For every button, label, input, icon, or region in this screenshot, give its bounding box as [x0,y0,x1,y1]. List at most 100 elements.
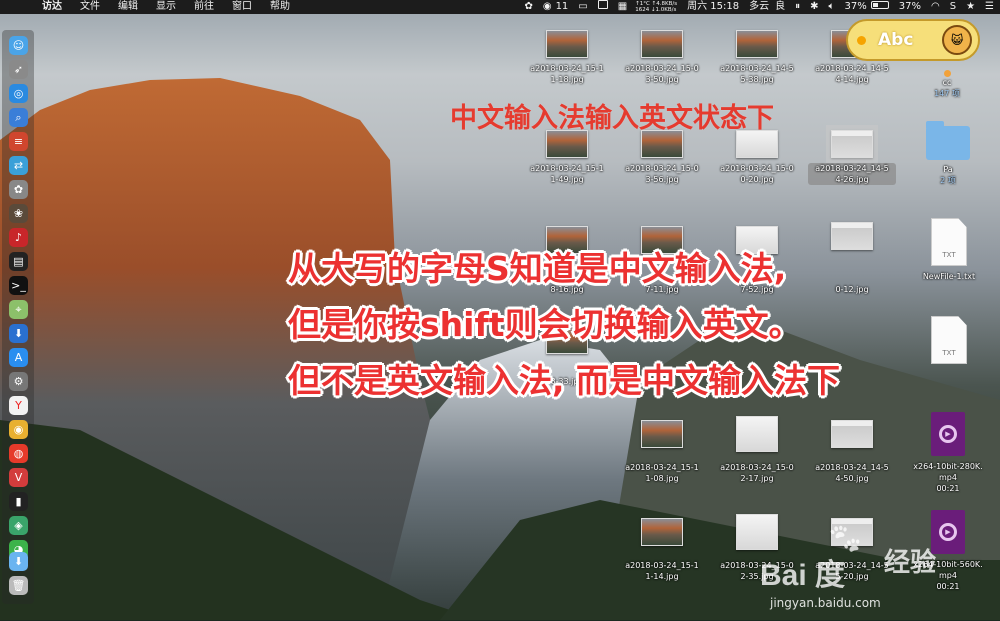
safari-icon[interactable]: ◎ [9,84,28,103]
terminal-icon[interactable]: >_ [9,276,28,295]
desktop-file[interactable]: a2018-03-24_15-0 3-50.jpg [618,30,706,85]
menu-help[interactable]: 帮助 [270,0,290,14]
weather-text[interactable]: 多云 [749,0,769,14]
netease-music-icon[interactable]: ♪ [9,228,28,247]
file-thumbnail [641,420,683,448]
menu-bar: 访达 文件 编辑 显示 前往 窗口 帮助 ✿ ◉ 11 ▭ ▦ ↑1°C ↑4.… [0,0,1000,14]
ime-mode-text: Abc [878,30,914,50]
air-quality-text[interactable]: 良 [775,0,785,14]
desktop-file[interactable]: a2018-03-24_14-5 4-50.jpg [808,420,896,484]
monitor-icon[interactable]: ▭ [578,0,587,14]
file-name: NewFile-1.txt [922,272,976,281]
menu-window[interactable]: 窗口 [232,0,252,14]
desktop-file[interactable]: a2018-03-24_15-1 1-08.jpg [618,420,706,484]
menu-list-icon[interactable]: ☰ [985,0,994,14]
file-name: a2018-03-24_15-0 2-35.jpg [720,561,794,581]
desktop-file[interactable]: a2018-03-24_15-0 0-20.jpg [713,130,801,185]
folder-cc[interactable]: cc 147 项 [916,62,978,99]
activity-monitor-icon[interactable]: ▤ [9,252,28,271]
file-name: a2018-03-24_15-1 1-08.jpg [625,463,699,483]
play-disc-icon: ▶ [939,425,957,443]
file-thumbnail [831,420,873,448]
app-red-list-icon[interactable]: ≡ [9,132,28,151]
file-thumbnail [641,518,683,546]
input-method-indicator[interactable]: Abc 😺︎ [846,19,980,61]
clock[interactable]: 周六 15:18 [687,0,739,14]
folder-count: 147 项 [934,89,960,98]
finder-icon[interactable]: ☺ [9,36,28,55]
vivaldi-icon[interactable]: V [9,468,28,487]
launchpad-icon[interactable]: ➶ [9,60,28,79]
menu-file[interactable]: 文件 [80,0,100,14]
system-preferences-icon[interactable]: ⚙ [9,372,28,391]
desktop-file[interactable]: a2018-03-24_15-1 1-14.jpg [618,518,706,582]
desktop-file[interactable]: a2018-03-24_14-5 5-38.jpg [713,30,801,85]
folder-name: cc [942,78,952,87]
file-name: a2018-03-24_15-0 3-56.jpg [625,164,699,184]
file-name: a2018-03-24_15-0 2-17.jpg [720,463,794,483]
wechat-status-icon[interactable]: ◉ [543,0,552,14]
file-name: a2018-03-24_15-0 3-50.jpg [625,64,699,84]
desktop-file[interactable]: 0-12.jpg [808,222,896,295]
txt-file-1[interactable]: TXT NewFile-1.txt [914,218,984,282]
screen-share-icon[interactable]: ◈ [9,516,28,535]
video-file-1[interactable]: ▶ x264-10bit-280K. mp4 00:21 [896,412,1000,494]
video-file-icon: ▶ [931,412,965,456]
bluetooth-icon[interactable]: ✱ [810,0,818,14]
desktop-file[interactable]: a2018-03-24_15-1 1-49.jpg [523,130,611,185]
volume-icon[interactable]: 🔈︎ [829,0,835,14]
desktop-file[interactable]: a2018-03-24_14-5 5-20.jpg [808,518,896,582]
annotation-title: 中文输入法输入英文状态下 [450,103,774,134]
yandex-browser-icon[interactable]: Y [9,396,28,415]
desktop-file[interactable]: a2018-03-24_15-0 2-35.jpg [713,514,801,582]
trash-icon[interactable]: 🗑︎ [9,576,28,595]
folder-pa[interactable]: Pa 2 项 [920,121,976,186]
file-thumbnail [831,518,873,546]
file-thumbnail [546,30,588,58]
migration-icon[interactable]: ⇄ [9,156,28,175]
downloads-folder-icon[interactable]: ⬇ [9,552,28,571]
pause-icon[interactable]: ⏸ [795,0,800,14]
txt-file-2[interactable]: TXT [914,316,984,364]
window-icon[interactable] [597,0,608,14]
console-icon[interactable]: ▮ [9,492,28,511]
desktop-file[interactable]: a2018-03-24_15-0 2-17.jpg [713,416,801,484]
battery-percent-b[interactable]: 37% [899,0,921,14]
menu-view[interactable]: 显示 [156,0,176,14]
file-name: a2018-03-24_14-5 4-50.jpg [815,463,889,483]
file-name: a2018-03-24_15-1 1-18.jpg [530,64,604,84]
notification-count[interactable]: 11 [556,0,569,14]
network-speed[interactable]: ↑1°C ↑4.8KB/s 1624 ↓1.0KB/s [635,1,677,13]
star-icon[interactable]: ★ [966,0,975,14]
file-thumbnail [736,514,778,550]
photos-flower-icon[interactable]: ✿ [9,180,28,199]
file-name: a2018-03-24_14-5 4-14.jpg [815,64,889,84]
desktop-file[interactable]: a2018-03-24_15-1 1-18.jpg [523,30,611,85]
gear-status-icon[interactable]: ✿ [524,0,532,14]
wifi-icon[interactable]: ◠ [931,0,940,14]
video-file-2[interactable]: ▶ x264-10bit-560K. mp4 00:21 [896,510,1000,592]
menu-app-finder[interactable]: 访达 [42,0,62,14]
txt-badge: TXT [942,349,956,357]
desktop-file[interactable]: a2018-03-24_15-0 3-56.jpg [618,130,706,185]
video-duration: 00:21 [936,582,960,591]
preview-icon[interactable]: ⌕ [9,108,28,127]
chrome-icon[interactable]: ◉ [9,420,28,439]
annotation-line-1: 从大写的字母S知道是中文输入法, [288,249,787,288]
folder-name: Pa [943,165,953,174]
file-name: 0-12.jpg [835,285,869,294]
menu-edit[interactable]: 编辑 [118,0,138,14]
grid-icon[interactable]: ▦ [618,0,627,14]
network-download: 1624 ↓1.0KB/s [635,7,677,13]
desktop-file-selected[interactable]: a2018-03-24_14-5 4-26.jpg [808,125,896,185]
app-dark-flower-icon[interactable]: ❀ [9,204,28,223]
sougou-icon[interactable]: S [950,0,956,14]
aria-download-icon[interactable]: ⬇ [9,324,28,343]
weibo-icon[interactable]: ◍ [9,444,28,463]
battery-icon[interactable] [870,0,889,14]
app-store-icon[interactable]: A [9,348,28,367]
menu-go[interactable]: 前往 [194,0,214,14]
maps-icon[interactable]: ⌖ [9,300,28,319]
battery-percent-a[interactable]: 37% [845,0,867,14]
file-name: a2018-03-24_14-5 5-38.jpg [720,64,794,84]
